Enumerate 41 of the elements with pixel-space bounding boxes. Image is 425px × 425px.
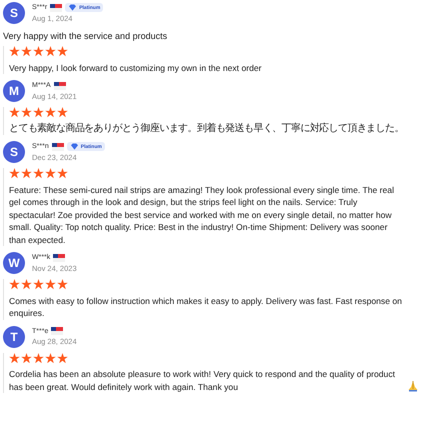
review-text: Very happy, I look forward to customizing my own in the next order [9, 62, 262, 74]
star-icon [9, 168, 20, 178]
flag-icon [52, 142, 64, 150]
star-icon [9, 46, 20, 56]
star-icon [45, 279, 56, 290]
review-text: Cordelia has been an absolute pleasure to work with! Very quick to respond and the quality of product has been great. Would definitely work with again. Thank you [9, 368, 396, 393]
flag-icon [54, 82, 66, 90]
star-icon [9, 352, 20, 363]
review-text: とても素敵な商品をありがとう御座います。到着も発送も早く、丁寧に対応して頂きました。 [9, 122, 404, 135]
flag-icon [50, 4, 62, 12]
star-icon [45, 168, 56, 178]
review-title: Very happy with the service and products [3, 31, 168, 41]
star-icon [33, 46, 44, 56]
star-icon [21, 46, 32, 56]
star-icon [45, 352, 56, 363]
avatar: S [3, 141, 25, 163]
star-icon [33, 107, 44, 118]
star-icon [57, 107, 68, 118]
avatar: T [3, 326, 25, 348]
avatar: S [3, 2, 25, 24]
star-icon [9, 107, 20, 118]
avatar: W [3, 252, 25, 274]
star-icon [33, 168, 44, 178]
star-icon [45, 107, 56, 118]
star-icon [21, 107, 32, 118]
star-icon [21, 352, 32, 363]
star-icon [57, 352, 68, 363]
flag-icon [53, 254, 66, 262]
star-icon [33, 279, 44, 290]
review-text: Comes with easy to follow instruction which makes it easy to apply. Delivery was fast. Fast response on enquires. [9, 294, 403, 320]
star-icon [45, 46, 56, 56]
star-icon [21, 279, 32, 290]
star-icon [21, 168, 32, 178]
star-icon [33, 352, 44, 363]
star-icon [57, 279, 68, 290]
avatar: M [3, 80, 25, 102]
review-text: Feature: These semi-cured nail strips are amazing! They look professional every single time. The real gel comes through in the look and design, but the strips feel light on the nails. Service: Truly spectacular! Zoe provided the best service and worked with me on every single detail, no matter how small. Quality: Top notch quality. Price: Best in the industry! On-time Shipment: Delivery was sooner than expected. [9, 184, 395, 246]
flag-icon [51, 327, 64, 335]
star-icon [57, 46, 68, 56]
star-icon [9, 279, 20, 290]
star-icon [57, 168, 68, 178]
